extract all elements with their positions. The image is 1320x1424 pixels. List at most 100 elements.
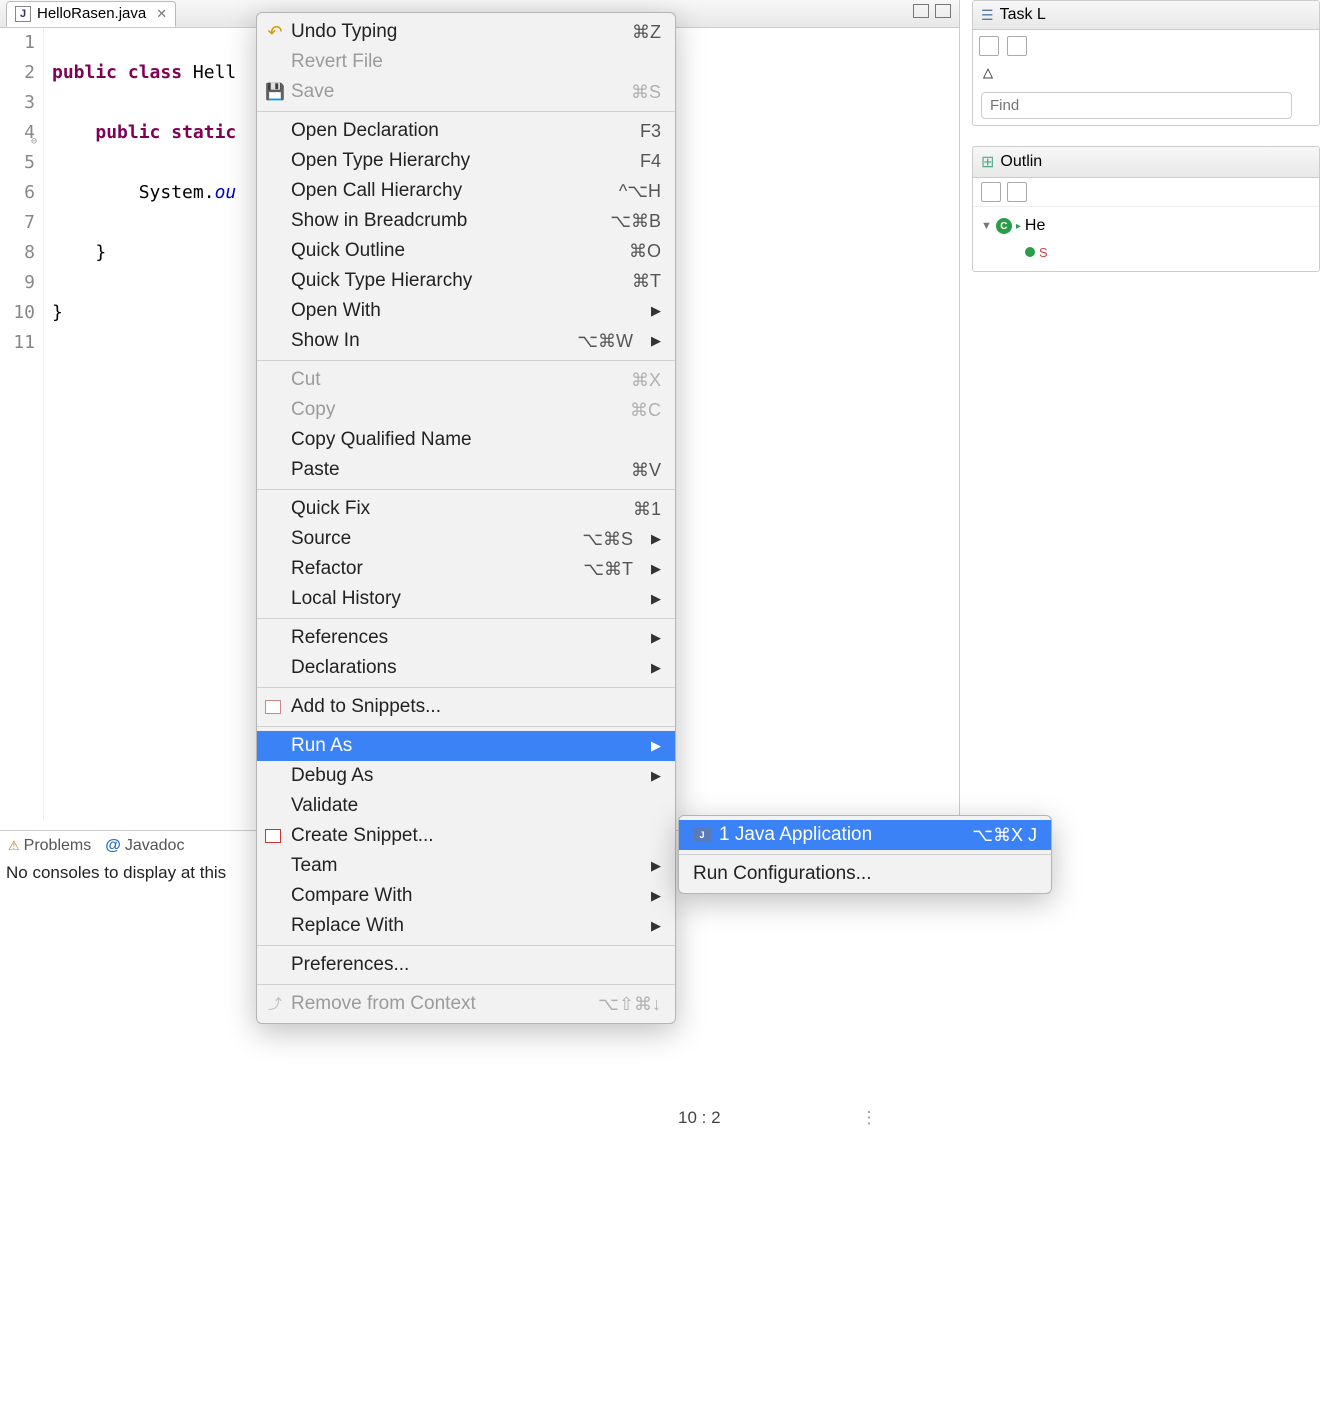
menu-item-compare-with[interactable]: Compare With ▶	[257, 881, 675, 911]
menu-item-add-to-snippets[interactable]: Add to Snippets...	[257, 692, 675, 722]
menu-item-source[interactable]: Source⌥⌘S▶	[257, 524, 675, 554]
outline-class-row[interactable]: ▼ C ▸ He	[981, 213, 1311, 239]
menu-item-quick-fix[interactable]: Quick Fix ⌘1	[257, 494, 675, 524]
undo-icon: ↶	[265, 22, 285, 42]
menu-item-label: Run As	[291, 735, 352, 757]
menu-item-label: Open Call Hierarchy	[291, 180, 462, 202]
menu-item-undo-typing[interactable]: ↶Undo Typing⌘Z	[257, 17, 675, 47]
file-tab-hellorasen[interactable]: J HelloRasen.java ✕	[6, 1, 176, 27]
method-icon	[1025, 247, 1035, 257]
menu-item-label: Compare With	[291, 885, 412, 907]
menu-item-open-declaration[interactable]: Open Declaration F3	[257, 116, 675, 146]
menu-item-quick-outline[interactable]: Quick Outline⌘O	[257, 236, 675, 266]
menu-item-local-history[interactable]: Local History▶	[257, 584, 675, 614]
menu-item-refactor[interactable]: Refactor⌥⌘T▶	[257, 554, 675, 584]
task-find-input[interactable]	[981, 92, 1292, 119]
menu-item-copy-qualified-name[interactable]: Copy Qualified Name	[257, 425, 675, 455]
menu-item-label: Cut	[291, 369, 321, 391]
menu-item-paste[interactable]: Paste ⌘V	[257, 455, 675, 485]
menu-item-remove-from-context: ⤴Remove from Context⌥⇧⌘↓	[257, 989, 675, 1019]
menu-shortcut: ⌥⌘W	[577, 331, 633, 352]
java-app-icon: J	[693, 828, 711, 842]
javadoc-icon: @	[105, 837, 121, 855]
menu-item-label: Open Declaration	[291, 120, 439, 142]
menu-item-open-type-hierarchy[interactable]: Open Type HierarchyF4	[257, 146, 675, 176]
menu-item-show-in[interactable]: Show In⌥⌘W▶	[257, 326, 675, 356]
maximize-icon[interactable]	[935, 4, 951, 18]
menu-item-team[interactable]: Team▶	[257, 851, 675, 881]
submenu-arrow-icon: ▶	[651, 888, 661, 904]
submenu-arrow-icon: ▶	[651, 591, 661, 607]
menu-item-label: Paste	[291, 459, 340, 481]
menu-shortcut: F3	[640, 121, 661, 142]
menu-item-declarations[interactable]: Declarations▶	[257, 653, 675, 683]
menu-item-label: Undo Typing	[291, 21, 397, 43]
tree-expand-icon[interactable]: ▼	[981, 220, 992, 232]
task-category-icon[interactable]	[1007, 36, 1027, 56]
status-menu-icon[interactable]: ⋮	[861, 1108, 880, 1128]
menu-separator	[257, 945, 675, 946]
menu-item-label: Source	[291, 528, 351, 550]
menu-shortcut: ⌘X	[631, 370, 661, 391]
task-collapse-toggle[interactable]: ▽	[973, 62, 1319, 86]
outline-tree: ▼ C ▸ He S	[973, 207, 1319, 271]
minimize-icon[interactable]	[913, 4, 929, 18]
outline-method-row[interactable]: S	[981, 239, 1311, 265]
task-list-title: ☰ Task L	[973, 1, 1319, 30]
menu-item-label: References	[291, 627, 388, 649]
menu-item-open-call-hierarchy[interactable]: Open Call Hierarchy^⌥H	[257, 176, 675, 206]
snippet-create-icon	[265, 829, 281, 843]
editor-context-menu: ↶Undo Typing⌘ZRevert File💾Save⌘SOpen Dec…	[256, 12, 676, 1024]
menu-item-label: Show in Breadcrumb	[291, 210, 467, 232]
outline-panel: ⊞ Outlin ▼ C ▸ He S	[972, 146, 1320, 272]
menu-shortcut: ⌘V	[631, 460, 661, 481]
menu-separator	[257, 687, 675, 688]
submenu-arrow-icon: ▶	[651, 630, 661, 646]
menu-item-label: Show In	[291, 330, 360, 352]
menu-shortcut: ⌥⌘T	[583, 559, 633, 580]
menu-item-label: Quick Type Hierarchy	[291, 270, 472, 292]
menu-shortcut: ⌘1	[633, 499, 661, 520]
submenu-arrow-icon: ▶	[651, 918, 661, 934]
menu-item-label: Declarations	[291, 657, 397, 679]
submenu-arrow-icon: ▶	[651, 768, 661, 784]
menu-shortcut: ⌘O	[629, 241, 661, 262]
submenu-arrow-icon: ▶	[651, 303, 661, 319]
menu-item-label: Preferences...	[291, 954, 409, 976]
menu-item-label: Save	[291, 81, 334, 103]
outline-toolbar	[973, 178, 1319, 207]
save-icon: 💾	[265, 82, 285, 102]
menu-separator	[257, 360, 675, 361]
menu-item-show-in-breadcrumb[interactable]: Show in Breadcrumb⌥⌘B	[257, 206, 675, 236]
menu-item-references[interactable]: References ▶	[257, 623, 675, 653]
menu-item-create-snippet[interactable]: Create Snippet...	[257, 821, 675, 851]
snippet-add-icon	[265, 700, 281, 714]
task-list-icon: ☰	[981, 7, 994, 24]
tab-javadoc[interactable]: @ Javadoc	[105, 837, 184, 855]
remove-ctx-icon: ⤴	[265, 994, 285, 1014]
outline-filter-icon[interactable]	[1007, 182, 1027, 202]
right-sidebar: ☰ Task L ▽ ⊞ Outlin ▼ C ▸ He	[972, 0, 1320, 1424]
close-tab-icon[interactable]: ✕	[156, 6, 167, 22]
menu-item-preferences[interactable]: Preferences...	[257, 950, 675, 980]
tab-problems[interactable]: ⚠ Problems	[8, 837, 91, 855]
submenu-arrow-icon: ▶	[651, 531, 661, 547]
menu-item-label: Debug As	[291, 765, 373, 787]
new-task-icon[interactable]	[979, 36, 999, 56]
menu-item-quick-type-hierarchy[interactable]: Quick Type Hierarchy⌘T	[257, 266, 675, 296]
java-file-icon: J	[15, 6, 31, 22]
submenu-arrow-icon: ▶	[651, 738, 661, 754]
menu-item-debug-as[interactable]: Debug As ▶	[257, 761, 675, 791]
menu-item-replace-with[interactable]: Replace With▶	[257, 911, 675, 941]
menu-item-run-as[interactable]: Run As ▶	[257, 731, 675, 761]
menu-item-label: Quick Fix	[291, 498, 370, 520]
task-list-panel: ☰ Task L ▽	[972, 0, 1320, 126]
menu-separator	[257, 489, 675, 490]
submenu-item-run-configurations[interactable]: Run Configurations...	[679, 859, 1051, 889]
menu-separator	[257, 618, 675, 619]
submenu-item-java-application[interactable]: J 1 Java Application ⌥⌘X J	[679, 820, 1051, 850]
menu-item-revert-file: Revert File	[257, 47, 675, 77]
menu-item-validate[interactable]: Validate	[257, 791, 675, 821]
menu-item-open-with[interactable]: Open With▶	[257, 296, 675, 326]
outline-sort-icon[interactable]	[981, 182, 1001, 202]
